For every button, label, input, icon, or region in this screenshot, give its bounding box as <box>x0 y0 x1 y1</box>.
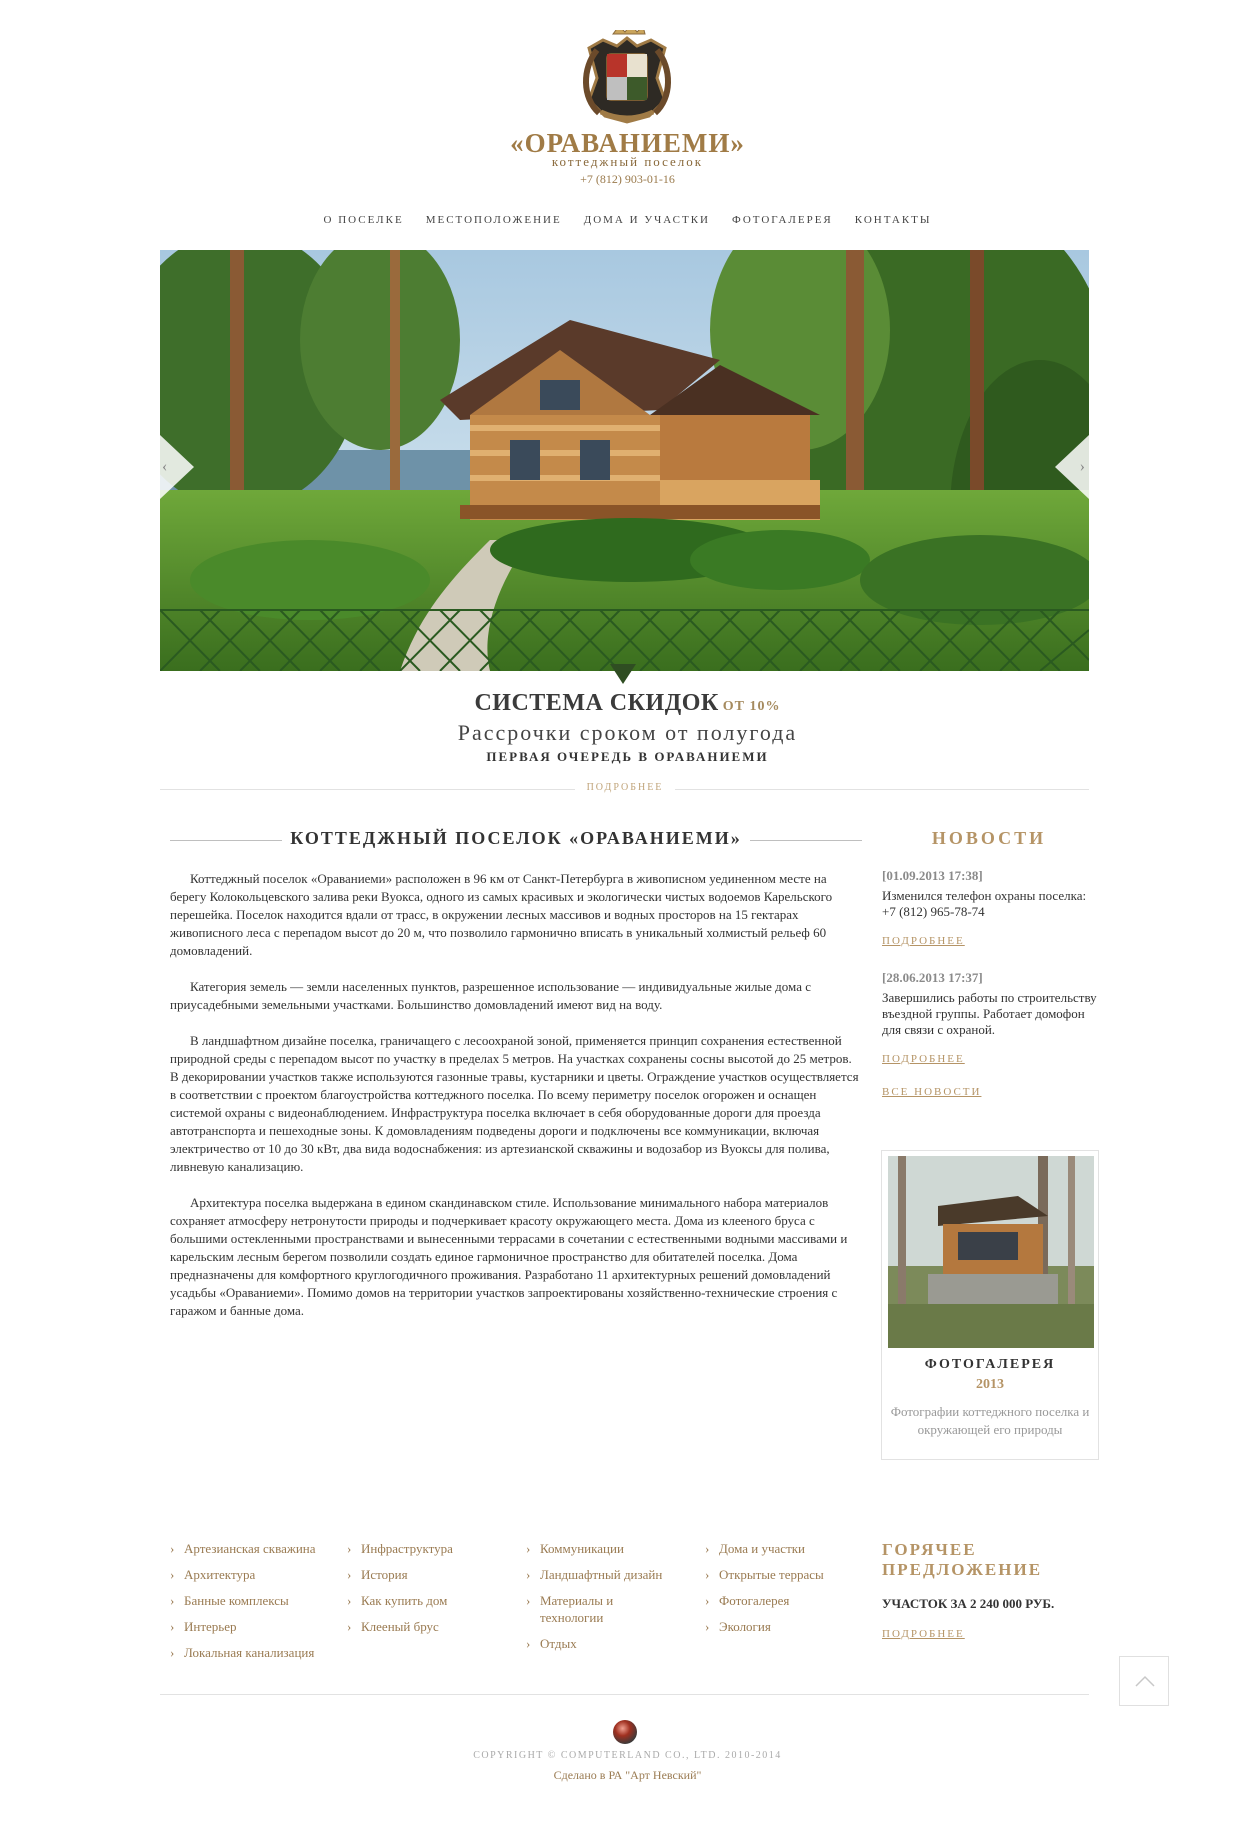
footer-link[interactable]: История <box>347 1566 453 1583</box>
gallery-description: Фотографии коттеджного поселка и окружаю… <box>890 1404 1090 1437</box>
news-item: [01.09.2013 17:38] Изменился телефон охр… <box>882 868 1102 948</box>
developer-logo-icon[interactable] <box>613 1720 637 1744</box>
footer-link[interactable]: Отдых <box>526 1635 676 1652</box>
footer-link[interactable]: Фотогалерея <box>705 1592 824 1609</box>
promo-more-link[interactable]: ПОДРОБНЕЕ <box>575 782 675 793</box>
developer-credit[interactable]: Сделано в РА "Арт Невский" <box>0 1768 1255 1783</box>
nav-item-contacts[interactable]: КОНТАКТЫ <box>855 214 932 226</box>
footer-link[interactable]: Как купить дом <box>347 1592 453 1609</box>
hot-offer-text: УЧАСТОК ЗА 2 240 000 РУБ. <box>882 1596 1055 1611</box>
footer-links-col-4: Дома и участки Открытые террасы Фотогале… <box>705 1540 824 1644</box>
news-more-link[interactable]: ПОДРОБНЕЕ <box>882 935 965 947</box>
footer-divider <box>160 1694 1089 1695</box>
slider-notch <box>610 664 636 684</box>
logo-crest[interactable] <box>540 30 715 135</box>
article-paragraph: Категория земель — земли населенных пунк… <box>170 979 811 1012</box>
promo-subtitle-2: ПЕРВАЯ ОЧЕРЕДЬ В ОРАВАНИЕМИ <box>486 749 769 764</box>
chevron-up-icon <box>1135 1675 1155 1687</box>
hero-house-image <box>160 250 1089 671</box>
news-date: [01.09.2013 17:38] <box>882 868 983 883</box>
news-list: [01.09.2013 17:38] Изменился телефон охр… <box>882 868 1102 1098</box>
promo-title: СИСТЕМА СКИДОК ОТ 10% <box>0 690 1255 717</box>
news-text: Изменился телефон охраны поселка: +7 (81… <box>882 888 1087 919</box>
footer-links-col-3: Коммуникации Ландшафтный дизайн Материал… <box>526 1540 676 1661</box>
gallery-title: ФОТОГАЛЕРЕЯ <box>924 1357 1056 1372</box>
nav-item-about[interactable]: О ПОСЕЛКЕ <box>324 214 404 226</box>
nav-item-houses[interactable]: ДОМА И УЧАСТКИ <box>584 214 710 226</box>
hot-offer-more-link[interactable]: ПОДРОБНЕЕ <box>882 1628 965 1640</box>
promo-heading-suffix: ОТ 10% <box>722 699 781 714</box>
footer-link[interactable]: Инфраструктура <box>347 1540 453 1557</box>
article-body: Коттеджный поселок «Ораваниеми» располож… <box>170 870 862 1338</box>
copyright: COPYRIGHT © COMPUTERLAND CO., LTD. 2010-… <box>473 1750 782 1761</box>
footer-link[interactable]: Экология <box>705 1618 824 1635</box>
article-paragraph: Архитектура поселка выдержана в едином с… <box>170 1195 848 1318</box>
gallery-card[interactable]: ФОТОГАЛЕРЕЯ 2013 Фотографии коттеджного … <box>881 1150 1099 1460</box>
promo-subtitle: Рассрочки сроком от полугода <box>457 720 798 745</box>
footer-link[interactable]: Коммуникации <box>526 1540 676 1557</box>
scroll-to-top-button[interactable] <box>1119 1656 1169 1706</box>
hot-offer-title: ГОРЯЧЕЕ ПРЕДЛОЖЕНИЕ <box>882 1540 1043 1579</box>
nav-item-location[interactable]: МЕСТОПОЛОЖЕНИЕ <box>426 214 562 226</box>
footer-link[interactable]: Дома и участки <box>705 1540 824 1557</box>
footer-link[interactable]: Локальная канализация <box>170 1644 316 1661</box>
hero-slider[interactable] <box>160 250 1089 671</box>
footer-link[interactable]: Материалы и технологии <box>526 1592 626 1626</box>
footer-link[interactable]: Интерьер <box>170 1618 316 1635</box>
news-more-link[interactable]: ПОДРОБНЕЕ <box>882 1053 965 1065</box>
article-paragraph: Коттеджный поселок «Ораваниеми» располож… <box>170 871 833 958</box>
news-title: НОВОСТИ <box>931 828 1047 848</box>
footer-link[interactable]: Открытые террасы <box>705 1566 824 1583</box>
footer-link[interactable]: Архитектура <box>170 1566 316 1583</box>
promo-heading: СИСТЕМА СКИДОК <box>474 690 719 716</box>
footer-link[interactable]: Клееный брус <box>347 1618 453 1635</box>
article-title: КОТТЕДЖНЫЙ ПОСЕЛОК «ОРАВАНИЕМИ» <box>290 828 742 848</box>
news-date: [28.06.2013 17:37] <box>882 970 983 985</box>
brand-tagline: коттеджный поселок <box>551 154 704 169</box>
news-item: [28.06.2013 17:37] Завершились работы по… <box>882 970 1102 1066</box>
footer-link[interactable]: Артезианская скважина <box>170 1540 316 1557</box>
all-news-link[interactable]: ВСЕ НОВОСТИ <box>882 1086 1102 1098</box>
news-text: Завершились работы по строительству въез… <box>882 990 1097 1037</box>
main-nav: О ПОСЕЛКЕ МЕСТОПОЛОЖЕНИЕ ДОМА И УЧАСТКИ … <box>0 210 1255 228</box>
gallery-photo[interactable] <box>888 1156 1094 1348</box>
footer-link[interactable]: Ландшафтный дизайн <box>526 1566 676 1583</box>
header-phone[interactable]: +7 (812) 903-01-16 <box>0 172 1255 187</box>
footer-links-col-2: Инфраструктура История Как купить дом Кл… <box>347 1540 453 1644</box>
gallery-year: 2013 <box>976 1377 1004 1392</box>
footer-links-col-1: Артезианская скважина Архитектура Банные… <box>170 1540 316 1670</box>
article-paragraph: В ландшафтном дизайне поселка, граничаще… <box>170 1033 859 1174</box>
nav-item-gallery[interactable]: ФОТОГАЛЕРЕЯ <box>732 214 833 226</box>
footer-link[interactable]: Банные комплексы <box>170 1592 316 1609</box>
